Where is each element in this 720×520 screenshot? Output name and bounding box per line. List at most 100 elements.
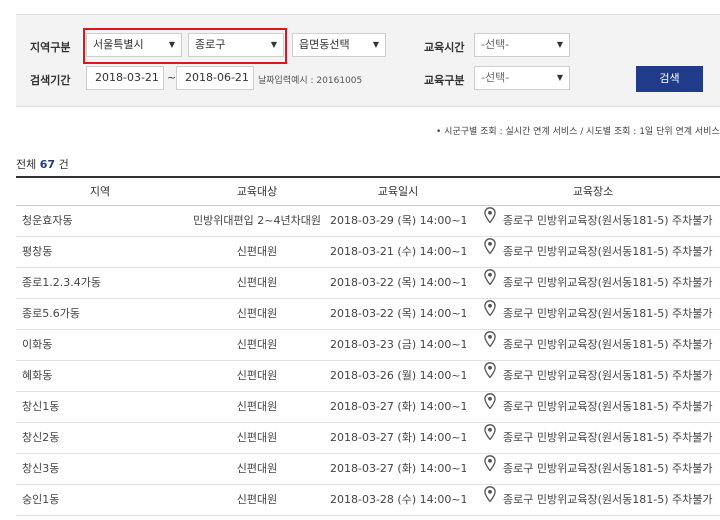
- cell-place: 종로구 민방위교육장(원서동181-5) 주차불가: [484, 268, 720, 298]
- place-text: 종로구 민방위교육장(원서동181-5) 주차불가: [503, 307, 713, 320]
- date-to-input[interactable]: 2018-06-21: [176, 66, 254, 90]
- cell-place: 종로구 민방위교육장(원서동181-5) 주차불가: [484, 206, 720, 236]
- cell-region: 창신1동: [22, 400, 60, 413]
- chevron-down-icon: ▼: [372, 40, 379, 49]
- map-pin-icon: [484, 454, 496, 483]
- cell-datetime: 2018-03-23 (금) 14:00~18:00: [330, 338, 466, 351]
- cell-place: 종로구 민방위교육장(원서동181-5) 주차불가: [484, 454, 720, 484]
- type-value: -선택-: [481, 71, 510, 84]
- header-place: 교육장소: [572, 185, 614, 198]
- place-text: 종로구 민방위교육장(원서동181-5) 주차불가: [503, 369, 713, 382]
- region-dong-select[interactable]: 읍면동선택 ▼: [292, 33, 386, 57]
- cell-target: 신편대원: [236, 493, 278, 506]
- result-count-number: 67: [39, 158, 56, 171]
- place-text: 종로구 민방위교육장(원서동181-5) 주차불가: [503, 431, 713, 444]
- cell-place: 종로구 민방위교육장(원서동181-5) 주차불가: [484, 423, 720, 453]
- cell-place: 종로구 민방위교육장(원서동181-5) 주차불가: [484, 299, 720, 329]
- region-dong-value: 읍면동선택: [299, 38, 350, 51]
- search-button[interactable]: 검색: [636, 66, 703, 92]
- cell-datetime: 2018-03-27 (화) 14:00~18:00: [330, 431, 466, 444]
- search-filter-panel: 지역구분 서울특별시 ▼ 종로구 ▼ 읍면동선택 ▼ 교육시간 -선택- ▼ 검…: [16, 14, 720, 107]
- table-row[interactable]: 창신1동 신편대원 2018-03-27 (화) 14:00~18:00 종로구 민방…: [16, 392, 720, 423]
- cell-place: 종로구 민방위교육장(원서동181-5) 주차불가: [484, 392, 720, 422]
- date-from-value: 2018-03-21: [95, 71, 159, 84]
- period-label: 검색기간: [30, 74, 71, 87]
- cell-datetime: 2018-03-27 (화) 14:00~18:00: [330, 462, 466, 475]
- cell-target: 신편대원: [236, 369, 278, 382]
- map-pin-icon: [484, 485, 496, 514]
- map-pin-icon: [484, 206, 496, 235]
- date-separator: ~: [167, 71, 177, 84]
- cell-target: 신편대원: [236, 400, 278, 413]
- cell-place: 종로구 민방위교육장(원서동181-5) 주차불가: [484, 237, 720, 267]
- header-datetime: 교육일시: [377, 185, 419, 198]
- type-select[interactable]: -선택- ▼: [474, 66, 570, 90]
- cell-place: 종로구 민방위교육장(원서동181-5) 주차불가: [484, 485, 720, 515]
- highlight-box: [83, 28, 287, 64]
- table-row[interactable]: 창신3동 신편대원 2018-03-27 (화) 14:00~18:00 종로구 민방…: [16, 454, 720, 485]
- place-text: 종로구 민방위교육장(원서동181-5) 주차불가: [503, 338, 713, 351]
- cell-region: 숭인1동: [22, 493, 60, 506]
- place-text: 종로구 민방위교육장(원서동181-5) 주차불가: [503, 214, 713, 227]
- cell-datetime: 2018-03-28 (수) 14:00~18:00: [330, 493, 466, 506]
- table-header: 지역 교육대상 교육일시 교육장소: [16, 178, 720, 206]
- date-hint: 날짜입력예시 : 20161005: [258, 76, 363, 86]
- cell-datetime: 2018-03-26 (월) 14:00~18:00: [330, 369, 466, 382]
- cell-region: 이화동: [22, 338, 53, 351]
- place-text: 종로구 민방위교육장(원서동181-5) 주차불가: [503, 462, 713, 475]
- time-label: 교육시간: [424, 41, 465, 54]
- result-count-suffix: 건: [58, 158, 69, 171]
- cell-region: 평창동: [22, 245, 53, 258]
- place-text: 종로구 민방위교육장(원서동181-5) 주차불가: [503, 493, 713, 506]
- table-row[interactable]: 종로5.6가동 신편대원 2018-03-22 (목) 14:00~18:00 종로구…: [16, 299, 720, 330]
- cell-datetime: 2018-03-29 (목) 14:00~18:00: [330, 214, 466, 227]
- place-text: 종로구 민방위교육장(원서동181-5) 주차불가: [503, 245, 713, 258]
- table-row[interactable]: 평창동 신편대원 2018-03-21 (수) 14:00~18:00 종로구 민방위…: [16, 237, 720, 268]
- education-schedule-table: 지역 교육대상 교육일시 교육장소 청운효자동 민방위대편입 2~4년차대원 201…: [16, 176, 720, 516]
- cell-datetime: 2018-03-21 (수) 14:00~18:00: [330, 245, 466, 258]
- map-pin-icon: [484, 392, 496, 421]
- cell-region: 종로5.6가동: [22, 307, 80, 320]
- place-text: 종로구 민방위교육장(원서동181-5) 주차불가: [503, 276, 713, 289]
- cell-region: 종로1.2.3.4가동: [22, 276, 101, 289]
- date-from-input[interactable]: 2018-03-21: [86, 66, 164, 90]
- cell-target: 신편대원: [236, 245, 278, 258]
- table-row[interactable]: 창신2동 신편대원 2018-03-27 (화) 14:00~18:00 종로구 민방…: [16, 423, 720, 454]
- service-notice: • 시군구별 조회 : 실시간 연계 서비스 / 시도별 조회 : 1일 단위 …: [436, 127, 720, 137]
- header-target: 교육대상: [236, 185, 278, 198]
- cell-region: 창신2동: [22, 431, 60, 444]
- date-to-value: 2018-06-21: [185, 71, 249, 84]
- time-value: -선택-: [481, 38, 510, 51]
- cell-datetime: 2018-03-22 (목) 14:00~18:00: [330, 307, 466, 320]
- table-row[interactable]: 청운효자동 민방위대편입 2~4년차대원 2018-03-29 (목) 14:00~…: [16, 206, 720, 237]
- cell-target: 신편대원: [236, 338, 278, 351]
- table-body: 청운효자동 민방위대편입 2~4년차대원 2018-03-29 (목) 14:00~…: [16, 206, 720, 516]
- type-label: 교육구분: [424, 74, 465, 87]
- map-pin-icon: [484, 237, 496, 266]
- cell-datetime: 2018-03-27 (화) 14:00~18:00: [330, 400, 466, 413]
- map-pin-icon: [484, 361, 496, 390]
- cell-target: 신편대원: [236, 462, 278, 475]
- cell-datetime: 2018-03-22 (목) 14:00~18:00: [330, 276, 466, 289]
- cell-place: 종로구 민방위교육장(원서동181-5) 주차불가: [484, 361, 720, 391]
- cell-place: 종로구 민방위교육장(원서동181-5) 주차불가: [484, 330, 720, 360]
- cell-target: 신편대원: [236, 307, 278, 320]
- table-row[interactable]: 혜화동 신편대원 2018-03-26 (월) 14:00~18:00 종로구 민방위…: [16, 361, 720, 392]
- region-label: 지역구분: [30, 41, 71, 54]
- table-row[interactable]: 종로1.2.3.4가동 신편대원 2018-03-22 (목) 14:00~18:0…: [16, 268, 720, 299]
- result-count-prefix: 전체: [16, 158, 37, 171]
- chevron-down-icon: ▼: [556, 73, 563, 82]
- chevron-down-icon: ▼: [556, 40, 563, 49]
- cell-region: 청운효자동: [22, 214, 73, 227]
- cell-region: 혜화동: [22, 369, 53, 382]
- cell-target: 신편대원: [236, 431, 278, 444]
- cell-target: 신편대원: [236, 276, 278, 289]
- result-count: 전체 67 건: [16, 156, 69, 172]
- table-row[interactable]: 이화동 신편대원 2018-03-23 (금) 14:00~18:00 종로구 민방위…: [16, 330, 720, 361]
- map-pin-icon: [484, 268, 496, 297]
- time-select[interactable]: -선택- ▼: [474, 33, 570, 57]
- cell-region: 창신3동: [22, 462, 60, 475]
- table-row[interactable]: 숭인1동 신편대원 2018-03-28 (수) 14:00~18:00 종로구 민방…: [16, 485, 720, 516]
- map-pin-icon: [484, 330, 496, 359]
- cell-target: 민방위대편입 2~4년차대원: [193, 214, 321, 227]
